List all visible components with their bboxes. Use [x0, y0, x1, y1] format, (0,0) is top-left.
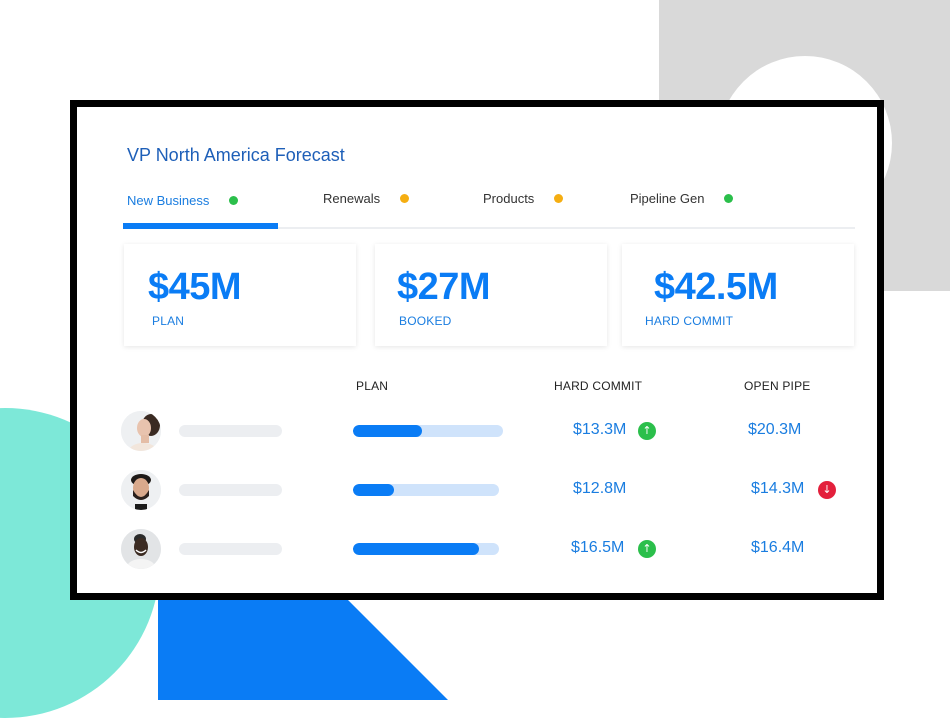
card-label: HARD COMMIT: [645, 314, 734, 328]
card-value: $45M: [148, 266, 242, 308]
name-placeholder: [179, 484, 282, 496]
card-value: $27M: [397, 266, 491, 308]
summary-card-hard-commit: $42.5M HARD COMMIT: [622, 244, 854, 346]
status-dot-icon: [229, 196, 239, 205]
open-pipe-value: $20.3M: [748, 421, 802, 438]
card-label: PLAN: [152, 314, 185, 328]
card-label: BOOKED: [399, 314, 452, 328]
column-header-open-pipe: OPEN PIPE: [744, 379, 811, 393]
table-row[interactable]: $12.8M $14.3M ↓: [77, 470, 877, 510]
avatar-bearded-man-icon: [121, 470, 161, 510]
tab-products[interactable]: Products: [483, 191, 564, 206]
avatar-smiling-man-icon: [121, 529, 161, 569]
column-header-hard-commit: HARD COMMIT: [554, 379, 643, 393]
tab-bar: New Business Renewals Products Pipeline …: [123, 185, 855, 229]
tab-pipeline-gen[interactable]: Pipeline Gen: [630, 191, 734, 206]
plan-progress-bar: [353, 484, 499, 496]
plan-progress-bar: [353, 425, 503, 437]
plan-progress-fill: [353, 425, 422, 437]
tab-label: Products: [483, 191, 535, 206]
background-blue-trapezoid: [158, 600, 448, 700]
tab-new-business[interactable]: New Business: [127, 193, 239, 208]
summary-card-plan: $45M PLAN: [124, 244, 356, 346]
column-header-plan: PLAN: [356, 379, 389, 393]
table-row[interactable]: $13.3M ↑ $20.3M: [77, 411, 877, 451]
tab-label: Renewals: [323, 191, 381, 206]
page-title: VP North America Forecast: [127, 145, 345, 165]
table-row[interactable]: $16.5M ↑ $16.4M: [77, 529, 877, 569]
open-pipe-value: $16.4M: [751, 539, 805, 556]
card-value: $42.5M: [654, 266, 778, 308]
tab-renewals[interactable]: Renewals: [323, 191, 410, 206]
open-pipe-value: $14.3M: [751, 480, 805, 497]
status-dot-icon: [724, 194, 734, 203]
status-dot-icon: [554, 194, 564, 203]
name-placeholder: [179, 425, 282, 437]
status-dot-icon: [400, 194, 410, 203]
hard-commit-value: $16.5M: [571, 539, 625, 556]
plan-progress-bar: [353, 543, 499, 555]
avatar: [121, 411, 161, 451]
trend-up-icon: ↑: [638, 540, 656, 558]
plan-progress-fill: [353, 543, 479, 555]
trend-down-icon: ↓: [818, 481, 836, 499]
avatar: [121, 470, 161, 510]
trend-up-icon: ↑: [638, 422, 656, 440]
dashboard-window: VP North America Forecast New Business R…: [70, 100, 884, 600]
name-placeholder: [179, 543, 282, 555]
tab-label: New Business: [127, 193, 210, 208]
hard-commit-value: $13.3M: [573, 421, 627, 438]
plan-progress-fill: [353, 484, 394, 496]
avatar-woman-icon: [121, 411, 161, 451]
hard-commit-value: $12.8M: [573, 480, 627, 497]
active-tab-indicator: [123, 223, 278, 229]
avatar: [121, 529, 161, 569]
summary-card-booked: $27M BOOKED: [375, 244, 607, 346]
tab-label: Pipeline Gen: [630, 191, 705, 206]
